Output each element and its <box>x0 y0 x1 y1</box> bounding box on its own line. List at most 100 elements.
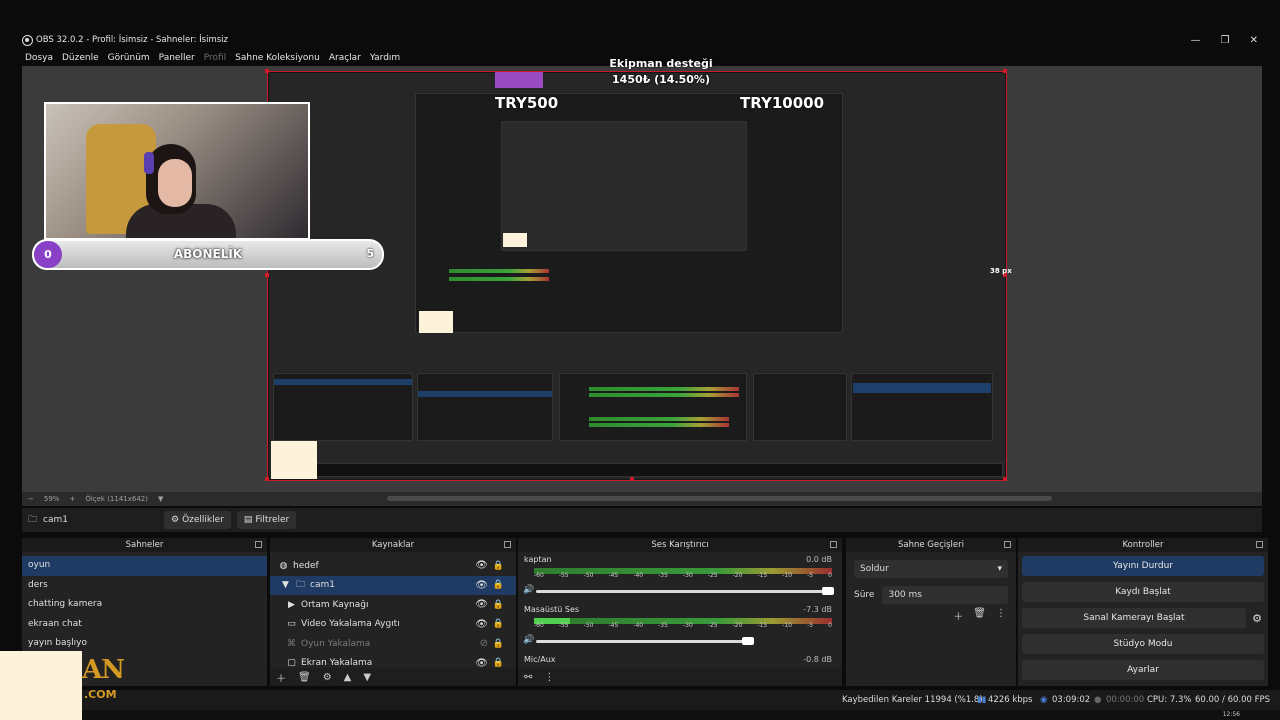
volume-slider[interactable] <box>536 640 752 643</box>
lock-icon[interactable]: 🔒 <box>493 580 504 590</box>
channel-name: Mic/Aux <box>524 655 556 664</box>
resize-handle-bl[interactable] <box>265 477 269 481</box>
volume-slider-handle[interactable] <box>822 587 834 595</box>
zoom-in-button[interactable]: + <box>69 495 75 503</box>
start-virtual-camera-button[interactable]: Sanal Kamerayı Başlat <box>1022 608 1246 628</box>
chevron-down-icon: ▾ <box>997 564 1002 574</box>
undock-icon[interactable] <box>1004 541 1011 548</box>
nested-taskbar <box>273 463 1003 477</box>
undock-icon[interactable] <box>255 541 262 548</box>
transition-select[interactable]: Soldur ▾ <box>854 560 1008 578</box>
menu-gorunum[interactable]: Görünüm <box>108 53 150 63</box>
source-item[interactable]: ▶ Ortam Kaynağı 👁 🔒 <box>270 595 516 615</box>
stop-streaming-button[interactable]: Yayını Durdur <box>1022 556 1264 576</box>
mixer-title: Ses Karıştırıcı <box>651 540 709 550</box>
scene-transitions-dock: Sahne Geçişleri Soldur ▾ Süre 300 ms ＋ 🗑… <box>846 538 1016 686</box>
scene-item[interactable]: oyun <box>22 556 267 576</box>
menu-duzenle[interactable]: Düzenle <box>62 53 99 63</box>
menu-yardim[interactable]: Yardım <box>370 53 400 63</box>
donation-amount: 1450₺ (14.50%) <box>612 73 710 86</box>
lock-icon[interactable]: 🔒 <box>493 600 504 610</box>
zoom-out-button[interactable]: − <box>28 495 34 503</box>
zoom-dropdown-icon[interactable]: ▼ <box>158 495 163 503</box>
mixer-link-icon[interactable]: ⚯ <box>524 672 532 683</box>
selected-source-name: cam1 <box>43 515 68 525</box>
move-down-button[interactable]: ▼ <box>363 672 371 683</box>
zoom-percent[interactable]: 59% <box>44 495 60 503</box>
nested-meter-2 <box>589 393 739 397</box>
channel-name: Masaüstü Ses <box>524 605 580 614</box>
goal-start-label: TRY500 <box>495 94 559 112</box>
nested-sources <box>417 373 553 441</box>
chevron-down-icon[interactable]: ▼ <box>280 580 291 590</box>
speaker-icon[interactable]: 🔊 <box>523 635 534 645</box>
filters-label: Filtreler <box>255 515 290 525</box>
scene-item[interactable]: ekraan chat <box>22 615 267 635</box>
scene-item[interactable]: chatting kamera <box>22 595 267 615</box>
resize-handle-tr[interactable] <box>1003 69 1007 73</box>
lock-icon[interactable]: 🔒 <box>493 639 504 649</box>
resize-handle-tl[interactable] <box>265 69 269 73</box>
source-item[interactable]: ▼ 🗀 cam1 👁 🔒 <box>270 575 516 595</box>
source-item[interactable]: ▭ Video Yakalama Aygıtı 👁 🔒 <box>270 615 516 635</box>
eye-hidden-icon[interactable]: ⊘ <box>480 638 488 649</box>
lock-icon[interactable]: 🔒 <box>493 658 504 668</box>
lock-icon[interactable]: 🔒 <box>493 619 504 629</box>
eye-icon[interactable]: 👁 <box>475 580 488 591</box>
volume-slider[interactable] <box>536 590 832 593</box>
duration-field[interactable]: 300 ms <box>882 586 1008 604</box>
studio-mode-button[interactable]: Stüdyo Modu <box>1022 634 1264 654</box>
menu-araclar[interactable]: Araçlar <box>329 53 361 63</box>
channel-db: -7.3 dB <box>803 605 832 614</box>
record-time: 00:00:00 <box>1106 695 1145 705</box>
eye-icon[interactable]: 👁 <box>475 619 488 630</box>
transition-menu-icon[interactable]: ⋮ <box>996 608 1006 623</box>
channel-name: kaptan <box>524 555 552 564</box>
source-item[interactable]: ⌘ Oyun Yakalama ⊘ 🔒 <box>270 634 516 654</box>
nested-scene-selected <box>274 379 412 385</box>
close-button[interactable]: ✕ <box>1250 35 1258 46</box>
speaker-icon[interactable]: 🔊 <box>523 585 534 595</box>
streamer-face <box>158 159 192 207</box>
add-transition-button[interactable]: ＋ <box>953 608 963 623</box>
filters-button[interactable]: ▤ Filtreler <box>236 511 297 529</box>
move-up-button[interactable]: ▲ <box>344 672 352 683</box>
volume-slider-handle[interactable] <box>742 637 754 645</box>
selected-source-frame[interactable] <box>267 71 1007 481</box>
network-icon: ▮▮ <box>977 695 987 705</box>
stream-icon: ◉ <box>1040 695 1048 705</box>
source-item[interactable]: ◍ hedef 👁 🔒 <box>270 556 516 576</box>
virtual-camera-settings-icon[interactable]: ⚙ <box>1246 612 1268 625</box>
remove-source-button[interactable]: 🗑 <box>298 672 311 683</box>
undock-icon[interactable] <box>830 541 837 548</box>
resize-handle-l[interactable] <box>265 273 269 277</box>
nested-preview-inner <box>501 121 747 251</box>
remove-transition-button[interactable]: 🗑 <box>973 608 986 623</box>
nested-meter-4 <box>589 423 729 427</box>
duration-label: Süre <box>854 590 875 600</box>
menu-profil[interactable]: Profil <box>204 53 226 63</box>
undock-icon[interactable] <box>1256 541 1263 548</box>
minimize-button[interactable]: — <box>1191 35 1201 46</box>
menu-dosya[interactable]: Dosya <box>25 53 53 63</box>
undock-icon[interactable] <box>504 541 511 548</box>
mixer-menu-icon[interactable]: ⋮ <box>544 672 554 683</box>
source-toolbar: 🗀 cam1 ⚙ Özellikler ▤ Filtreler <box>22 508 1262 532</box>
properties-button[interactable]: ⚙ Özellikler <box>164 511 231 529</box>
scene-item[interactable]: ders <box>22 576 267 596</box>
mixer-toolbar: ⚯ ⋮ <box>518 668 842 686</box>
source-properties-button[interactable]: ⚙ <box>323 672 332 683</box>
preview-horizontal-scrollbar[interactable] <box>387 496 1052 501</box>
lock-icon[interactable]: 🔒 <box>493 561 504 571</box>
menu-paneller[interactable]: Paneller <box>159 53 195 63</box>
add-source-button[interactable]: ＋ <box>276 670 286 685</box>
maximize-button[interactable]: ❐ <box>1221 35 1230 46</box>
settings-button[interactable]: Ayarlar <box>1022 660 1264 680</box>
sub-goal-label: ABONELİK <box>173 247 243 261</box>
eye-icon[interactable]: 👁 <box>475 560 488 571</box>
start-recording-button[interactable]: Kaydı Başlat <box>1022 582 1264 602</box>
menu-sahne-koleksiyonu[interactable]: Sahne Koleksiyonu <box>235 53 320 63</box>
eye-icon[interactable]: 👁 <box>475 599 488 610</box>
resize-handle-br[interactable] <box>1003 477 1007 481</box>
resize-handle-b[interactable] <box>630 477 634 481</box>
